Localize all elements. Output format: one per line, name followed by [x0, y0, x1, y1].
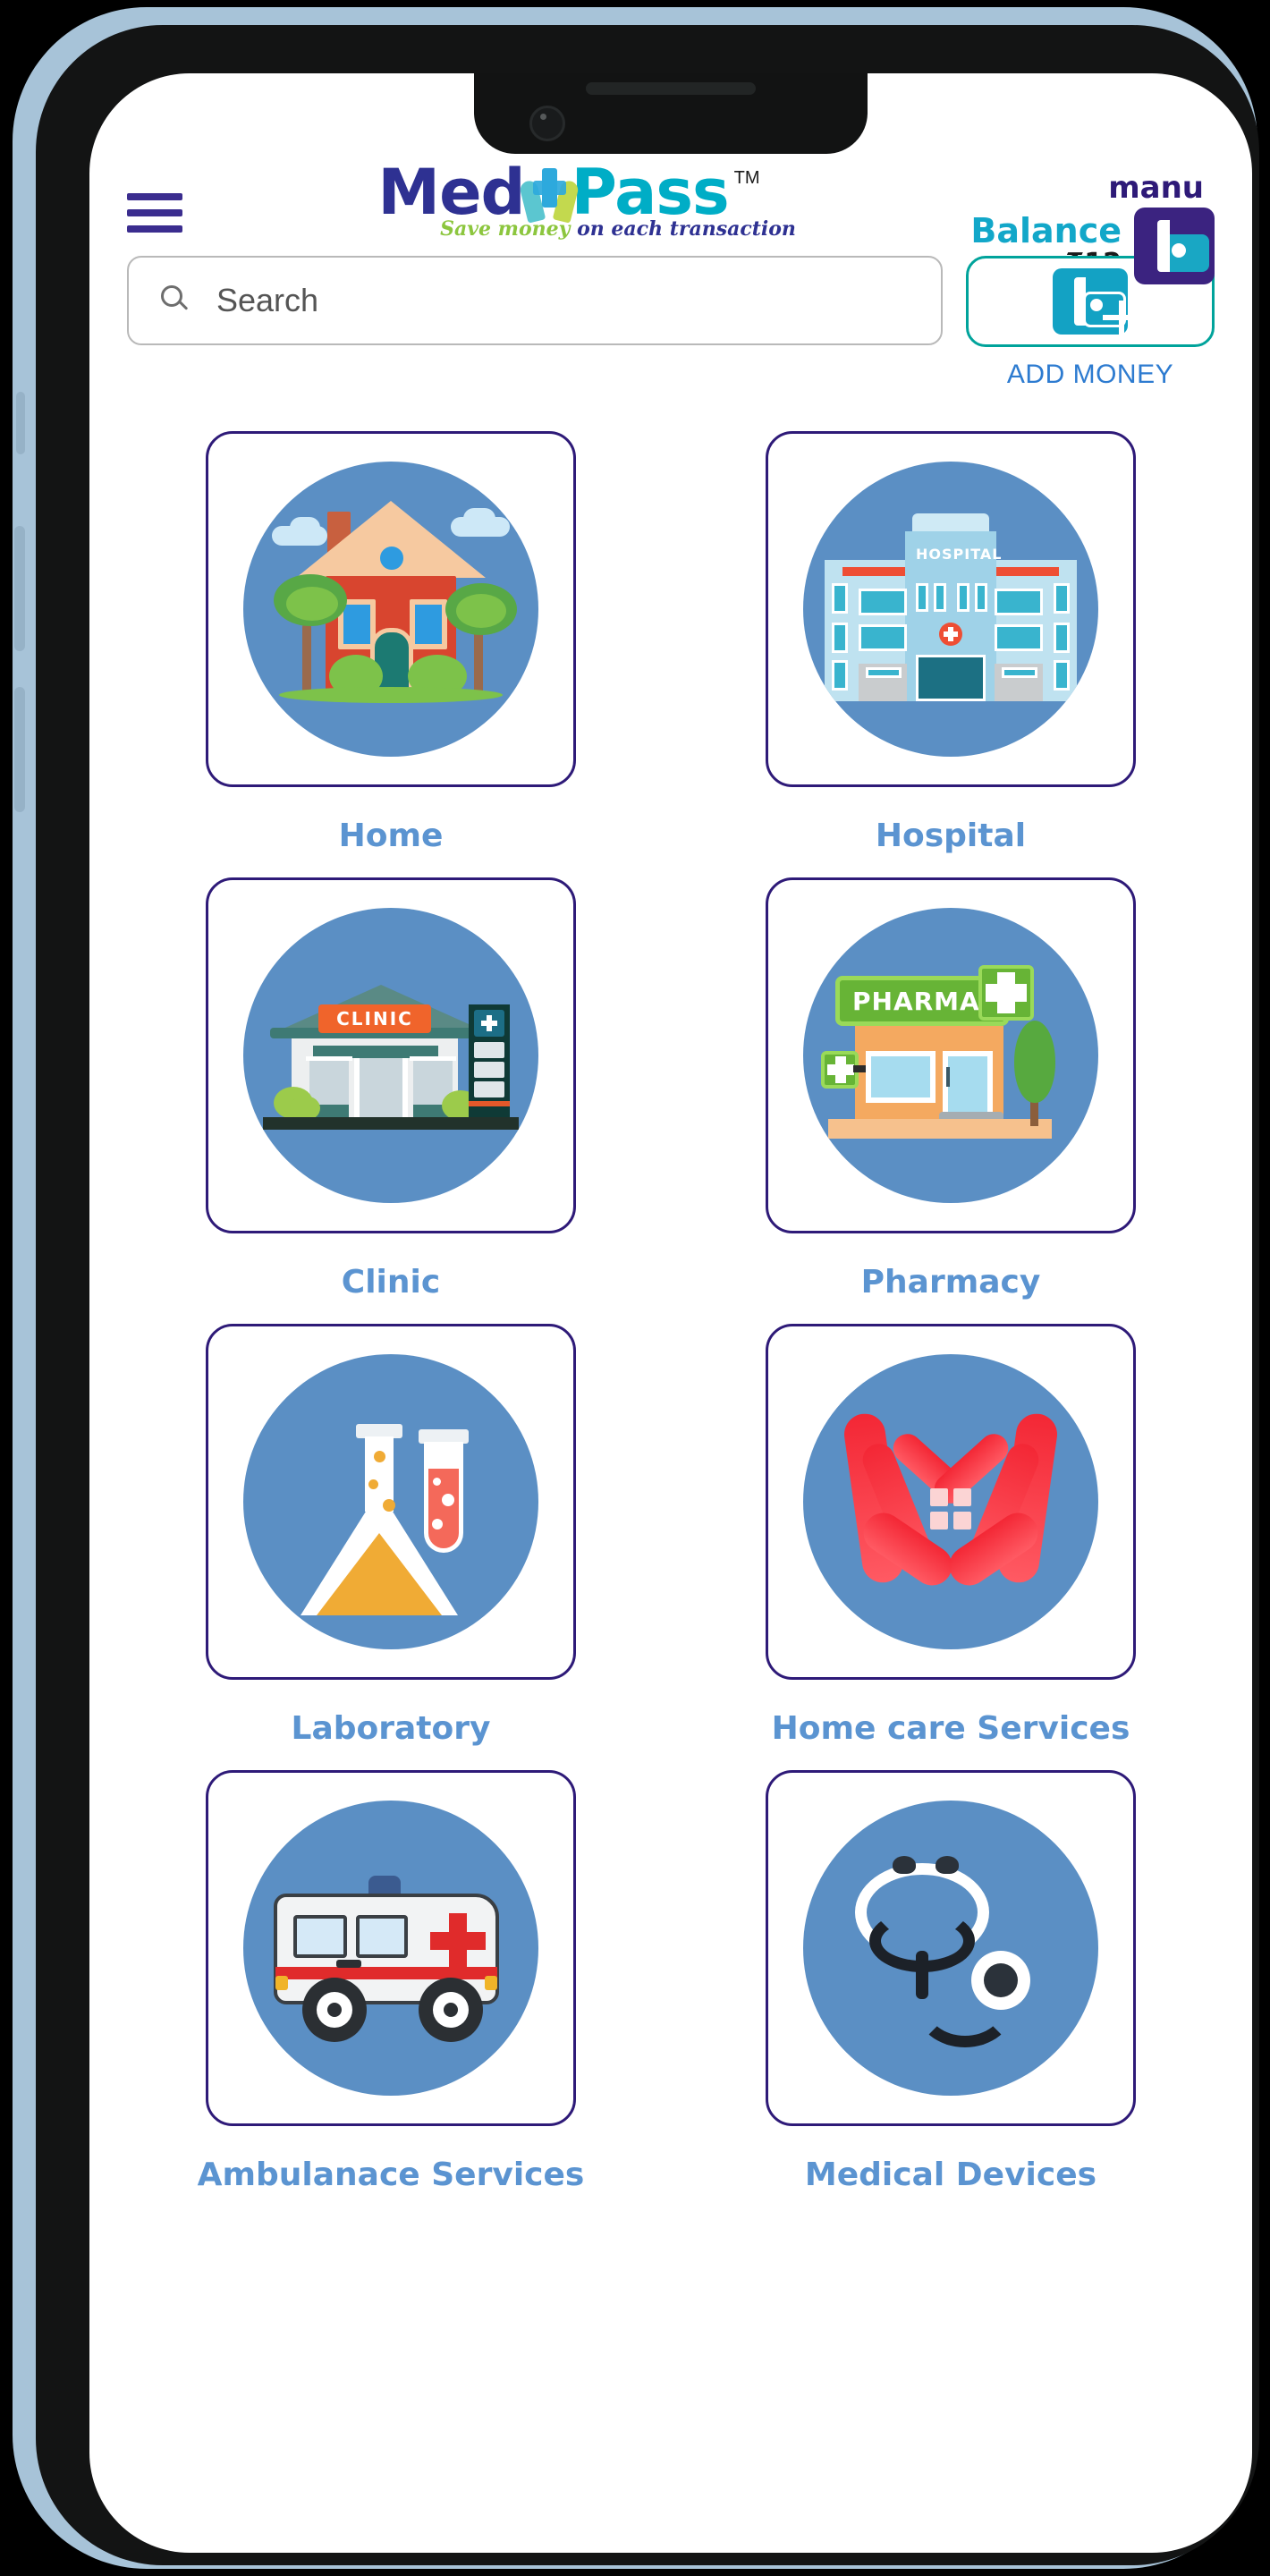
ambulance-illustration: [243, 1801, 538, 2096]
hospital-building-illustration: HOSPITAL: [803, 462, 1098, 757]
volume-down-button[interactable]: [14, 687, 25, 812]
category-label: Laboratory: [291, 1710, 491, 1747]
search-box[interactable]: [127, 256, 943, 345]
mute-switch[interactable]: [16, 392, 25, 454]
category-label: Hospital: [875, 818, 1027, 854]
volume-up-button[interactable]: [14, 526, 25, 651]
phone-notch: [474, 73, 868, 154]
category-label: Medical Devices: [804, 2157, 1097, 2193]
stethoscope-illustration: [803, 1801, 1098, 2096]
phone-screen: Med Pass TM Save money on each transacti…: [89, 73, 1252, 2553]
category-label: Pharmacy: [860, 1264, 1041, 1301]
category-item-ambulance-services[interactable]: Ambulanace Services: [127, 1770, 655, 2193]
category-card[interactable]: [766, 1324, 1136, 1680]
wallet-icon[interactable]: [1134, 208, 1215, 284]
earpiece-speaker: [586, 82, 756, 95]
category-card[interactable]: CLINIC: [206, 877, 576, 1233]
category-card[interactable]: HOSPITAL: [766, 431, 1136, 787]
logo-tagline: Save money on each transaction: [440, 217, 796, 241]
flask-test-tube-illustration: [243, 1354, 538, 1649]
balance-label: Balance: [970, 210, 1122, 250]
category-label: Home: [338, 818, 444, 854]
category-item-home[interactable]: Home: [127, 431, 655, 854]
category-item-clinic[interactable]: CLINIC Clinic: [127, 877, 655, 1301]
phone-frame: Med Pass TM Save money on each transacti…: [13, 7, 1259, 2569]
house-illustration: [243, 462, 538, 757]
app-content: Med Pass TM Save money on each transacti…: [89, 73, 1252, 2553]
search-input[interactable]: [216, 282, 941, 319]
category-card[interactable]: [206, 1324, 576, 1680]
category-card[interactable]: PHARMACY: [766, 877, 1136, 1233]
search-row: ADD MONEY: [114, 243, 1227, 390]
category-label: Clinic: [341, 1264, 441, 1301]
pharmacy-store-illustration: PHARMACY: [803, 908, 1098, 1203]
category-card[interactable]: [206, 1770, 576, 2126]
clinic-building-illustration: CLINIC: [243, 908, 538, 1203]
logo-text-pass: Pass: [571, 156, 730, 229]
category-label: Home care Services: [771, 1710, 1130, 1747]
category-item-laboratory[interactable]: Laboratory: [127, 1324, 655, 1747]
add-money-label: ADD MONEY: [1006, 360, 1174, 389]
logo-cross-hands-icon: [518, 166, 580, 224]
user-name-label: manu: [1108, 170, 1204, 206]
category-card[interactable]: [206, 431, 576, 787]
logo-text-med: Med: [377, 156, 525, 229]
category-label: Ambulanace Services: [197, 2157, 585, 2193]
category-grid: Home HOSPITAL Hospital CLINIC Clinic PHA…: [114, 390, 1227, 2216]
tagline-blue-part: on each transaction: [577, 216, 796, 241]
app-logo: Med Pass TM Save money on each transacti…: [174, 156, 964, 241]
category-item-medical-devices[interactable]: Medical Devices: [687, 1770, 1215, 2193]
category-item-home-care-services[interactable]: Home care Services: [687, 1324, 1215, 1747]
hands-house-illustration: [803, 1354, 1098, 1649]
front-camera-icon: [529, 106, 565, 141]
search-icon: [161, 285, 191, 316]
category-item-hospital[interactable]: HOSPITAL Hospital: [687, 431, 1215, 854]
category-card[interactable]: [766, 1770, 1136, 2126]
wallet-plus-icon: [1053, 268, 1139, 336]
phone-bezel: Med Pass TM Save money on each transacti…: [36, 25, 1259, 2565]
category-item-pharmacy[interactable]: PHARMACY Pharmacy: [687, 877, 1215, 1301]
trademark-symbol: TM: [733, 168, 760, 188]
